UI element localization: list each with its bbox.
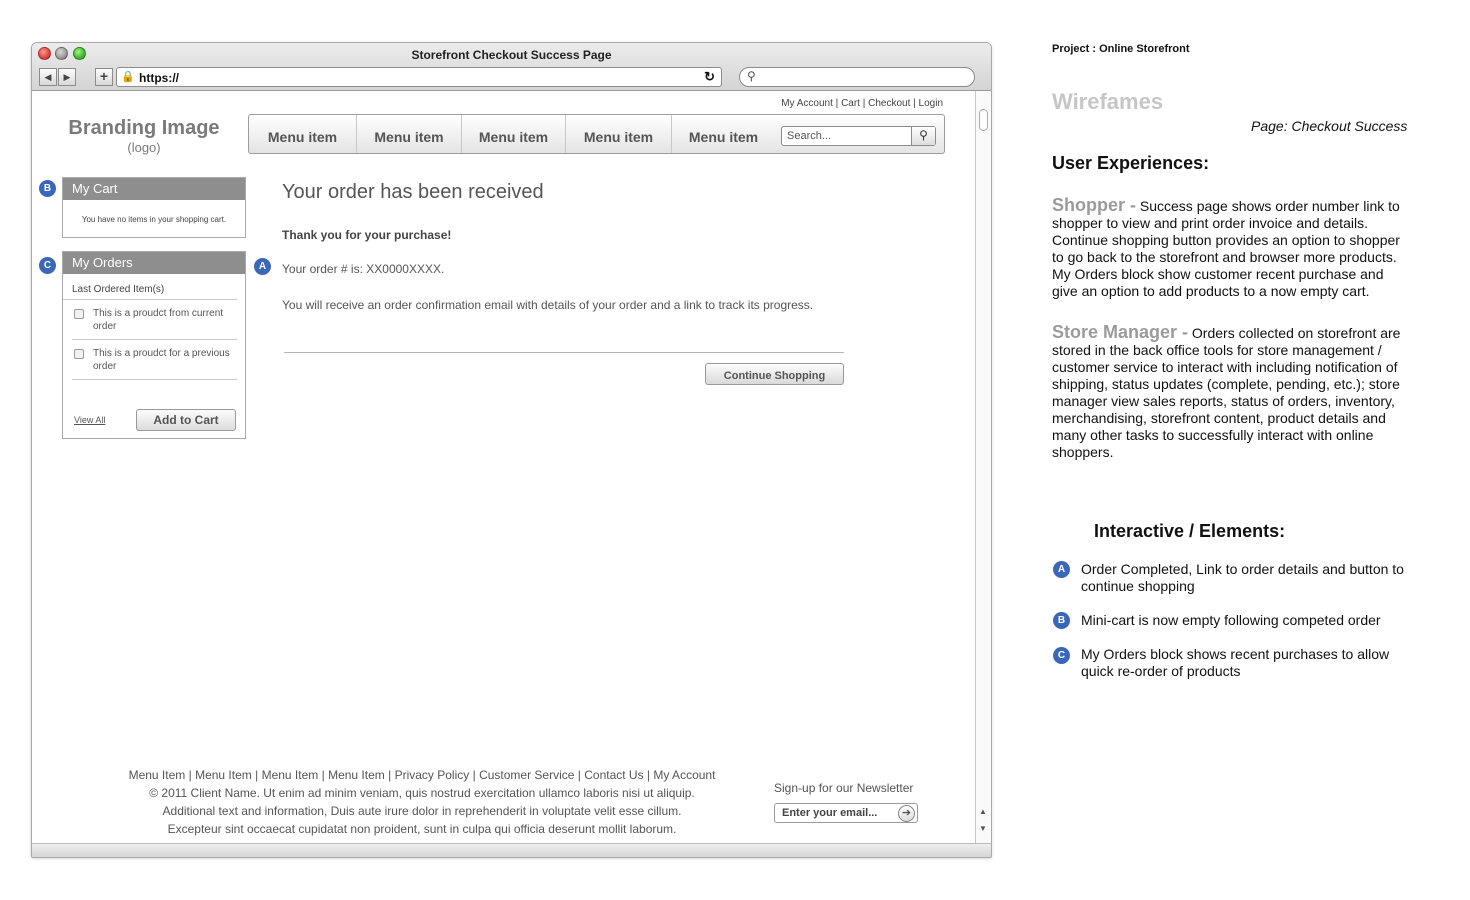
footer-link[interactable]: Menu Item — [328, 768, 385, 782]
footer-text-line: Additional text and information, Duis au… — [162, 804, 682, 818]
annotation-badge-a: A — [1053, 561, 1070, 578]
back-button[interactable]: ◀ — [39, 68, 57, 86]
cart-empty-text: You have no items in your shopping cart. — [81, 215, 227, 224]
my-cart-block: My Cart You have no items in your shoppi… — [62, 177, 246, 238]
menu-item-1[interactable]: Menu item — [249, 115, 357, 153]
customer-service-link[interactable]: Customer Service — [479, 768, 574, 782]
order-item-previous: This is a proudct for a previous order — [72, 340, 237, 380]
window-bottom-bar — [32, 843, 991, 857]
browser-search-field[interactable]: ⚲ — [739, 67, 975, 87]
store-manager-lead: Store Manager - — [1052, 322, 1189, 342]
scroll-up-icon[interactable]: ▲ — [979, 807, 987, 816]
store-manager-text: Orders collected on storefront are store… — [1052, 325, 1401, 460]
annotation-badge-c: C — [39, 257, 56, 274]
vertical-scrollbar[interactable]: ▲ ▼ — [975, 91, 991, 843]
url-text: https:// — [139, 71, 179, 85]
footer-link[interactable]: Menu Item — [195, 768, 252, 782]
my-orders-block: My Orders Last Ordered Item(s) This is a… — [62, 251, 246, 439]
annotation-badge-c: C — [1053, 647, 1070, 664]
menu-item-4[interactable]: Menu item — [566, 115, 672, 153]
plus-icon: + — [99, 68, 109, 84]
order-item-checkbox[interactable] — [74, 349, 84, 359]
order-item-label: This is a proudct from current order — [93, 308, 224, 332]
annotation-badge-a: A — [254, 258, 271, 275]
store-manager-description: Store Manager - Orders collected on stor… — [1052, 322, 1412, 461]
forward-button[interactable]: ▶ — [58, 68, 76, 86]
shopper-lead: Shopper - — [1052, 195, 1136, 215]
footer-links: Menu Item | Menu Item | Menu Item | Menu… — [128, 768, 716, 782]
wireframes-title: Wirefames — [1052, 89, 1164, 114]
order-number-link[interactable]: Your order # is: XX0000XXXX. — [282, 262, 444, 276]
footer-text-line: Excepteur sint occaecat cupidatat non pr… — [167, 822, 677, 836]
annotation-badge-b: B — [1053, 612, 1070, 629]
thank-you-text: Thank you for your purchase! — [282, 228, 452, 242]
divider — [284, 352, 844, 353]
back-arrow-icon: ◀ — [44, 72, 52, 82]
page-title: Your order has been received — [282, 181, 544, 203]
annotation-badge-b: B — [39, 180, 56, 197]
my-orders-title: My Orders — [63, 252, 245, 274]
my-account-link[interactable]: My Account — [781, 98, 833, 109]
lock-icon: 🔒 — [121, 71, 135, 83]
my-cart-title: My Cart — [63, 178, 245, 200]
confirmation-text: You will receive an order confirmation e… — [282, 298, 814, 312]
copyright-text: © 2011 Client Name. Ut enim ad minim ven… — [149, 786, 695, 800]
branding-logo[interactable]: Branding Image (logo) — [64, 117, 224, 155]
add-to-cart-button[interactable]: Add to Cart — [136, 409, 236, 431]
view-all-link[interactable]: View All — [74, 415, 105, 425]
utility-nav: My Account | Cart | Checkout | Login — [781, 98, 943, 109]
order-item-checkbox[interactable] — [74, 309, 84, 319]
arrow-right-icon[interactable]: ➔ — [898, 805, 915, 822]
checkout-link[interactable]: Checkout — [868, 98, 910, 109]
annotation-a-text: Order Completed, Link to order details a… — [1081, 561, 1404, 594]
window-title: Storefront Checkout Success Page — [411, 48, 612, 62]
search-icon: ⚲ — [747, 69, 756, 83]
forward-arrow-icon: ▶ — [63, 72, 71, 82]
address-bar[interactable]: 🔒 https:// ↻ — [116, 67, 722, 87]
contact-us-link[interactable]: Contact Us — [584, 768, 643, 782]
user-experiences-heading: User Experiences: — [1052, 153, 1210, 173]
brand-subtitle: (logo) — [127, 140, 161, 155]
scroll-down-icon[interactable]: ▼ — [979, 824, 987, 833]
annotation-b-text: Mini-cart is now empty following compete… — [1081, 612, 1381, 628]
search-icon[interactable]: ⚲ — [911, 127, 935, 145]
menu-item-3[interactable]: Menu item — [462, 115, 566, 153]
footer-link[interactable]: Menu Item — [129, 768, 186, 782]
browser-window: Storefront Checkout Success Page ◀ ▶ + 🔒… — [31, 42, 992, 858]
newsletter-label: Sign-up for our Newsletter — [774, 781, 914, 795]
privacy-policy-link[interactable]: Privacy Policy — [395, 768, 470, 782]
page-label: Page: Checkout Success — [1251, 118, 1408, 134]
interactive-elements-heading: Interactive / Elements: — [1094, 521, 1286, 541]
last-ordered-label: Last Ordered Item(s) — [63, 274, 237, 300]
cart-link[interactable]: Cart — [841, 98, 860, 109]
site-search-input[interactable]: Search... ⚲ — [781, 126, 936, 146]
annotation-c-text: My Orders block shows recent purchases t… — [1081, 646, 1390, 679]
newsletter-email-input[interactable]: Enter your email... ➔ — [774, 803, 918, 823]
menu-item-2[interactable]: Menu item — [357, 115, 462, 153]
login-link[interactable]: Login — [919, 98, 943, 109]
newsletter-placeholder: Enter your email... — [782, 807, 878, 819]
footer: Menu Item | Menu Item | Menu Item | Menu… — [87, 766, 757, 838]
main-menu: Menu item Menu item Menu item Menu item … — [248, 114, 945, 154]
menu-item-5[interactable]: Menu item — [672, 115, 775, 153]
footer-link[interactable]: Menu Item — [262, 768, 319, 782]
order-item-label: This is a proudct for a previous order — [93, 348, 230, 372]
shopper-description: Shopper - Success page shows order numbe… — [1052, 195, 1412, 300]
brand-title: Branding Image — [68, 117, 220, 139]
project-label: Project : Online Storefront — [1052, 43, 1190, 55]
order-item-current: This is a proudct from current order — [72, 300, 237, 340]
footer-my-account-link[interactable]: My Account — [653, 768, 715, 782]
scrollbar-thumb[interactable] — [979, 109, 988, 131]
new-tab-button[interactable]: + — [95, 68, 113, 86]
search-placeholder: Search... — [787, 130, 832, 142]
reload-icon[interactable]: ↻ — [704, 69, 715, 85]
continue-shopping-button[interactable]: Continue Shopping — [705, 363, 844, 385]
browser-chrome: Storefront Checkout Success Page ◀ ▶ + 🔒… — [32, 43, 991, 91]
